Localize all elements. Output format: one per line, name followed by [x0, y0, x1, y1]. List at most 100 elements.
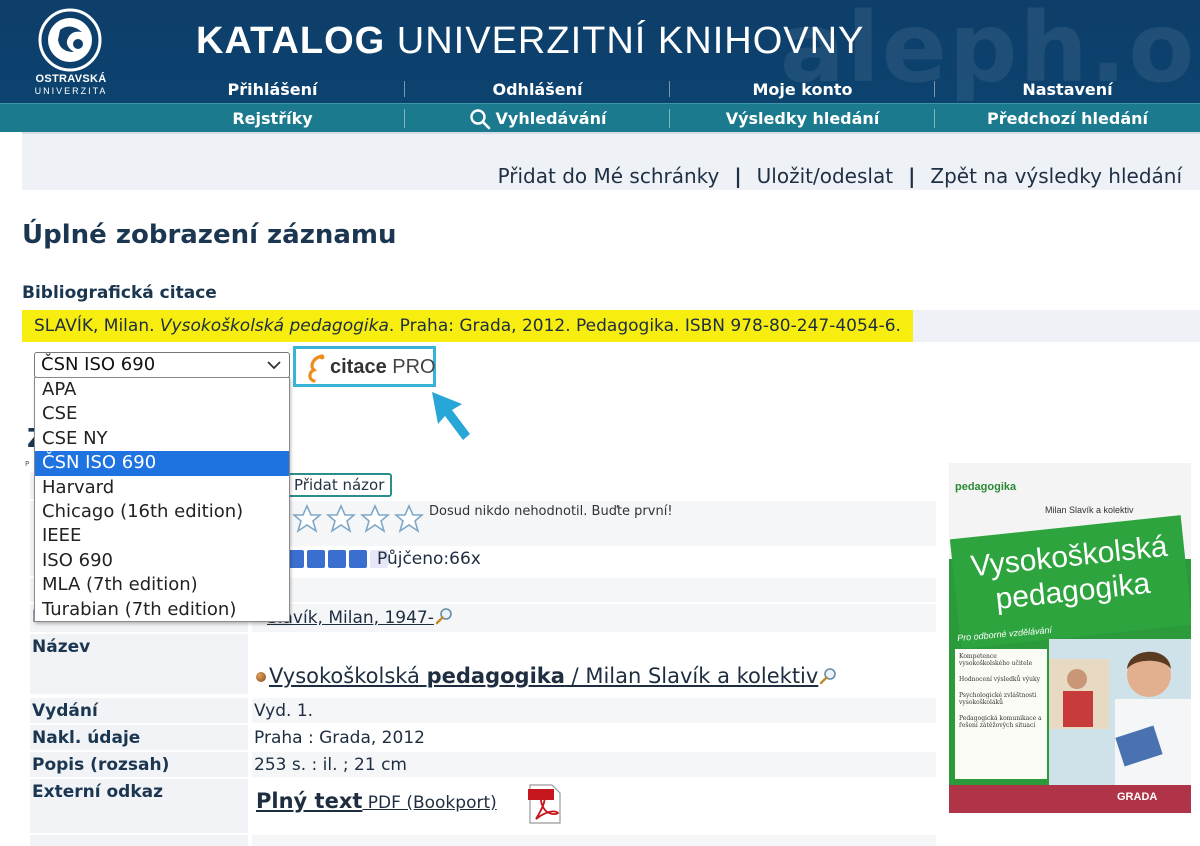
style-option-csn-iso-690[interactable]: ČSN ISO 690: [35, 451, 289, 476]
site-title-bold: KATALOG: [196, 20, 386, 62]
nav-search[interactable]: Vyhledávání: [405, 104, 670, 132]
borrowed-count: Půjčeno:66x: [377, 549, 481, 569]
site-title-rest: UNIVERZITNÍ KNIHOVNY: [385, 20, 865, 62]
row-label: [30, 835, 250, 846]
row-value: Vyd. 1.: [252, 698, 936, 723]
site-title: KATALOG UNIVERZITNÍ KNIHOVNY: [196, 20, 864, 63]
nav-previous-searches[interactable]: Předchozí hledání: [935, 104, 1200, 132]
row-value: Praha : Grada, 2012: [252, 725, 936, 750]
book-icon: [349, 550, 367, 568]
record-actions: Přidat do Mé schránky | Uložit/odeslat | Zpě…: [498, 164, 1182, 188]
cover-publisher: GRADA: [1117, 791, 1158, 803]
citace-pro-label-bold: citace: [330, 356, 387, 378]
bullet-icon: [256, 672, 266, 682]
star-icon[interactable]: [292, 504, 322, 534]
popularity-books: [286, 550, 388, 568]
chevron-down-icon: [267, 361, 281, 370]
title-part-a: Vysokoškolská: [269, 664, 427, 688]
add-to-my-box-link[interactable]: Přidat do Mé schránky: [498, 164, 720, 188]
citation-author: SLAVÍK, Milan.: [34, 316, 160, 336]
style-option-iso-690[interactable]: ISO 690: [35, 549, 289, 573]
cover-author: Milan Slavík a kolektiv: [1045, 505, 1134, 515]
citation-heading: Bibliografická citace: [22, 283, 217, 303]
style-option-harvard[interactable]: Harvard: [35, 476, 289, 500]
record-row-imprint: Nakl. údaje Praha : Grada, 2012: [30, 725, 936, 750]
rating-stars: [292, 504, 424, 534]
book-cover-image[interactable]: pedagogika Milan Slavík a kolektiv Vysok…: [949, 463, 1191, 813]
row-value: Slavík, Milan, 1947-: [252, 604, 936, 632]
row-label: Nakl. údaje: [30, 725, 250, 750]
save-send-link[interactable]: Uložit/odeslat: [757, 164, 893, 188]
nav-search-results[interactable]: Výsledky hledání: [670, 104, 935, 132]
nav-indexes[interactable]: Rejstříky: [140, 104, 405, 132]
cover-photo: [1049, 639, 1191, 787]
nav-search-label: Vyhledávání: [495, 109, 607, 128]
row-value: [252, 578, 936, 602]
search-nav: Rejstříky Vyhledávání Výsledky hledání P…: [0, 103, 1200, 132]
style-option-cse-ny[interactable]: CSE NY: [35, 427, 289, 451]
style-option-turabian[interactable]: Turabian (7th edition): [35, 598, 289, 622]
style-option-chicago[interactable]: Chicago (16th edition): [35, 500, 289, 524]
page-title: Úplné zobrazení záznamu: [22, 220, 397, 250]
pdf-bookport-link[interactable]: PDF (Bookport): [362, 793, 497, 813]
record-row-external-link: Externí odkaz Plný text PDF (Bookport): [30, 779, 936, 833]
record-row-next: [30, 835, 936, 846]
citation-title: Vysokoškolská pedagogika: [159, 316, 389, 336]
style-option-apa[interactable]: APA: [35, 378, 289, 402]
nav-logout[interactable]: Odhlášení: [405, 76, 670, 102]
citation-rest: . Praha: Grada, 2012. Pedagogika. ISBN 9…: [388, 316, 901, 336]
magnifier-icon[interactable]: [435, 607, 455, 625]
row-label: Popis (rozsah): [30, 752, 250, 777]
action-separator: |: [734, 164, 742, 188]
record-action-bar: Přidat do Mé schránky | Uložit/odeslat | Zpě…: [22, 132, 1200, 190]
author-link[interactable]: Slavík, Milan, 1947-: [267, 608, 434, 628]
row-label: Název: [30, 634, 250, 694]
citation-style-dropdown: APA CSE CSE NY ČSN ISO 690 Harvard Chica…: [34, 377, 290, 622]
row-label: Externí odkaz: [30, 779, 250, 833]
row-value: Dosud nikdo nehodnotil. Buďte první!: [252, 501, 936, 546]
rating-note: Dosud nikdo nehodnotil. Buďte první!: [429, 504, 673, 519]
title-line: Vysokoškolská pedagogika / Milan Slavík …: [256, 664, 839, 688]
book-icon: [328, 550, 346, 568]
citace-pro-logo-icon: [308, 354, 325, 383]
star-icon[interactable]: [326, 504, 356, 534]
record-row-edition: Vydání Vyd. 1.: [30, 698, 936, 723]
title-link[interactable]: Vysokoškolská pedagogika / Milan Slavík …: [269, 664, 818, 688]
row-label: Vydání: [30, 698, 250, 723]
cover-series: pedagogika: [955, 481, 1017, 493]
title-part-c: / Milan Slavík a kolektiv: [564, 664, 819, 688]
action-separator: |: [908, 164, 916, 188]
nav-login[interactable]: Přihlášení: [140, 76, 405, 102]
full-text-link[interactable]: Plný text: [256, 789, 362, 813]
cover-bullet-list: Kompetence vysokoškolského učitele Hodno…: [955, 649, 1047, 779]
cover-bullet: Pedagogická komunikace a řešení zátěžový…: [959, 715, 1042, 729]
title-part-b: pedagogika: [426, 664, 565, 688]
style-option-ieee[interactable]: IEEE: [35, 524, 289, 548]
nav-my-account[interactable]: Moje konto: [670, 76, 935, 102]
citation-box: SLAVÍK, Milan. Vysokoškolská pedagogika.…: [22, 310, 1200, 342]
logo-university-sub: UNIVERZITA: [34, 86, 108, 96]
pdf-icon[interactable]: [528, 783, 562, 825]
star-icon[interactable]: [360, 504, 390, 534]
citace-pro-label-rest: PRO: [386, 356, 436, 378]
record-row-title: Název Vysokoškolská pedagogika / Milan S…: [30, 634, 936, 694]
cover-bullet: Psychologické zvláštnosti vysokoškoláků: [959, 692, 1037, 706]
magnifier-icon[interactable]: [819, 667, 839, 685]
back-to-results-link[interactable]: Zpět na výsledky hledání: [930, 164, 1182, 188]
citation-style-select[interactable]: ČSN ISO 690: [34, 352, 290, 378]
record-tiny-text: P: [25, 460, 30, 468]
add-opinion-button[interactable]: Přidat názor: [286, 473, 393, 497]
style-option-cse[interactable]: CSE: [35, 402, 289, 426]
style-option-mla[interactable]: MLA (7th edition): [35, 573, 289, 597]
university-logo-icon[interactable]: [38, 8, 102, 72]
citace-pro-button[interactable]: citace PRO: [293, 346, 436, 387]
nav-settings[interactable]: Nastavení: [935, 76, 1200, 102]
row-value: Vysokoškolská pedagogika / Milan Slavík …: [252, 634, 936, 694]
citace-pro-label: citace PRO: [330, 356, 436, 379]
row-value: 253 s. : il. ; 21 cm: [252, 752, 936, 777]
citation-text: SLAVÍK, Milan. Vysokoškolská pedagogika.…: [22, 310, 913, 342]
full-text-line: Plný text PDF (Bookport): [256, 789, 497, 813]
search-icon: [469, 108, 490, 129]
logo-university-name: OSTRAVSKÁ: [35, 73, 107, 85]
star-icon[interactable]: [394, 504, 424, 534]
